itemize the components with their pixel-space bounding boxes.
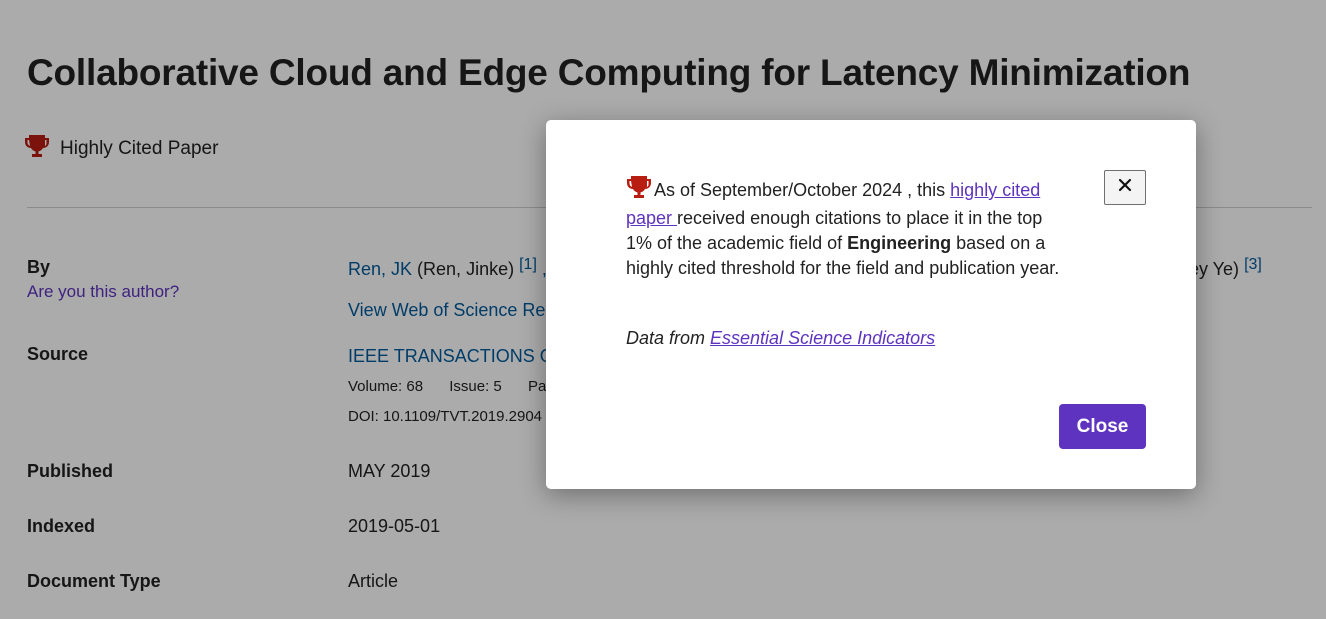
essential-science-indicators-link[interactable]: Essential Science Indicators	[710, 328, 935, 348]
close-button[interactable]: Close	[1059, 404, 1146, 449]
data-source-line: Data from Essential Science Indicators	[626, 328, 935, 349]
dialog-message: As of September/October 2024 , this high…	[626, 175, 1066, 281]
message-text-a: As of September/October 2024 , this	[654, 180, 951, 200]
trophy-icon	[626, 175, 652, 206]
dismiss-button[interactable]	[1104, 170, 1146, 205]
data-source-prefix: Data from	[626, 328, 711, 348]
close-icon	[1118, 178, 1132, 197]
highly-cited-dialog: As of September/October 2024 , this high…	[546, 120, 1196, 489]
field-name: Engineering	[847, 233, 952, 253]
